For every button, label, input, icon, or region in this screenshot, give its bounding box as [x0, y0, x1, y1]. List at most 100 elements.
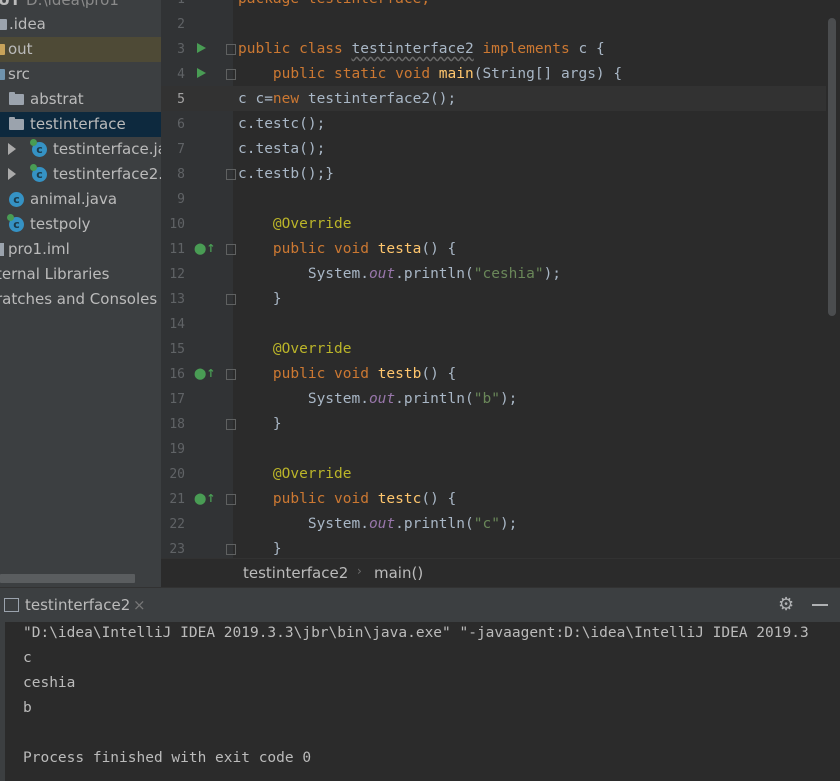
tree-item-testinterface[interactable]: testinterface [0, 112, 161, 137]
fold-marker-icon[interactable] [226, 544, 236, 555]
tree-item-pro1-iml[interactable]: pro1.iml [0, 237, 161, 262]
line-number: 14 [169, 317, 185, 332]
fold-marker-icon[interactable] [226, 69, 236, 80]
implements-icon[interactable]: ⬤↑ [194, 492, 216, 505]
tree-item-idea[interactable]: .idea [0, 12, 161, 37]
fold-marker-icon[interactable] [226, 244, 236, 255]
package-icon [9, 92, 24, 105]
line-number: 13 [169, 292, 185, 307]
code-line[interactable]: public void testc() { [238, 487, 456, 512]
code-token: "c" [473, 516, 500, 532]
breadcrumb-file[interactable]: testinterface2 [243, 564, 348, 582]
tree-item-label: testinterface2.j [53, 165, 161, 183]
tree-item-label: animal.java [30, 190, 118, 208]
breadcrumb-method[interactable]: main() [374, 564, 423, 582]
gear-icon[interactable]: ⚙ [778, 594, 794, 615]
expand-arrow-icon[interactable] [8, 143, 16, 155]
run-icon[interactable] [197, 43, 206, 53]
line-number: 9 [177, 192, 185, 207]
code-line[interactable]: @Override [238, 462, 352, 487]
code-line[interactable]: public class testinterface2 implements c… [238, 37, 605, 62]
line-number: 10 [169, 217, 185, 232]
line-number: 21 [169, 492, 185, 507]
code-line[interactable]: package testinterface; [238, 0, 430, 12]
code-line[interactable]: c.testa(); [238, 137, 325, 162]
code-line[interactable]: } [238, 412, 282, 437]
code-token: testa [377, 241, 422, 257]
tree-item-external-libraries[interactable]: ternal Libraries [0, 262, 161, 287]
code-token: testinterface2 [351, 41, 474, 57]
code-token: c.testa(); [238, 141, 326, 157]
code-line[interactable]: System.out.println("c"); [238, 512, 518, 537]
console-line: ceshia [23, 675, 76, 691]
code-line[interactable]: c c=new testinterface2(); [238, 87, 456, 112]
code-token: main [438, 66, 474, 82]
tree-item-testinterface-java[interactable]: c testinterface.ja [0, 137, 161, 162]
code-token: c.testc(); [238, 116, 326, 132]
code-token: System. [238, 266, 369, 282]
code-line[interactable]: c.testc(); [238, 112, 325, 137]
code-line[interactable]: c.testb();} [238, 162, 334, 187]
code-token: public class [238, 41, 352, 57]
code-token: out [368, 391, 396, 407]
console-line: Process finished with exit code 0 [23, 750, 312, 766]
tree-item-label: ratches and Consoles [0, 290, 158, 308]
code-token: System. [238, 391, 369, 407]
run-icon[interactable] [197, 68, 206, 78]
fold-marker-icon[interactable] [226, 169, 236, 180]
tree-item-testpoly[interactable]: c testpoly [0, 212, 161, 237]
code-token: () { [421, 241, 457, 257]
minimize-icon[interactable] [812, 604, 828, 606]
code-line[interactable]: System.out.println("ceshia"); [238, 262, 561, 287]
code-token: new [272, 91, 308, 107]
code-line[interactable]: public void testa() { [238, 237, 456, 262]
implements-icon[interactable]: ⬤↑ [194, 367, 216, 380]
tree-item-scratches[interactable]: ratches and Consoles [0, 287, 161, 312]
console-line: b [23, 700, 32, 716]
code-token: implements [473, 41, 579, 57]
run-tool-window-header: testinterface2 × ⚙ [0, 587, 840, 622]
tree-item-out[interactable]: out [0, 37, 161, 62]
tree-item-abstrat[interactable]: abstrat [0, 87, 161, 112]
fold-marker-icon[interactable] [226, 494, 236, 505]
folder-icon [0, 69, 5, 80]
line-number: 15 [169, 342, 185, 357]
code-line[interactable]: } [238, 287, 282, 312]
fold-marker-icon[interactable] [226, 294, 236, 305]
code-token: public void [238, 241, 378, 257]
code-token: public void [238, 366, 378, 382]
tree-item-testinterface2[interactable]: c testinterface2.j [0, 162, 161, 187]
code-token: (String[] args) { [473, 66, 623, 82]
run-toolbar [0, 621, 5, 781]
fold-marker-icon[interactable] [226, 369, 236, 380]
implements-icon[interactable]: ⬤↑ [194, 242, 216, 255]
code-token: .println( [395, 266, 474, 282]
code-token: public void [238, 491, 378, 507]
code-line[interactable]: System.out.println("b"); [238, 387, 518, 412]
tree-item-animal[interactable]: c animal.java [0, 187, 161, 212]
project-hscrollbar[interactable] [0, 574, 135, 583]
line-number: 5 [177, 92, 185, 107]
project-panel: UT D:\idea\pro1 .idea out src abstrat te… [0, 0, 161, 587]
code-line[interactable]: @Override [238, 337, 352, 362]
tree-item-label: .idea [9, 15, 46, 33]
code-token: } [238, 416, 282, 432]
expand-arrow-icon[interactable] [8, 168, 16, 180]
fold-marker-icon[interactable] [226, 419, 236, 430]
fold-marker-icon[interactable] [226, 44, 236, 55]
package-icon [9, 117, 24, 130]
console-icon [4, 598, 19, 612]
run-tab-label[interactable]: testinterface2 [25, 596, 130, 614]
code-token: out [368, 516, 396, 532]
line-number: 8 [177, 167, 185, 182]
line-number: 6 [177, 117, 185, 132]
code-line[interactable]: public void testb() { [238, 362, 456, 387]
code-token: System. [238, 516, 369, 532]
console-line: c [23, 650, 32, 666]
close-icon[interactable]: × [133, 596, 146, 614]
code-line[interactable]: @Override [238, 212, 352, 237]
line-number: 2 [177, 17, 185, 32]
code-line[interactable]: public static void main(String[] args) { [238, 62, 622, 87]
editor-scroll-thumb[interactable] [828, 18, 836, 316]
tree-item-src[interactable]: src [0, 62, 161, 87]
